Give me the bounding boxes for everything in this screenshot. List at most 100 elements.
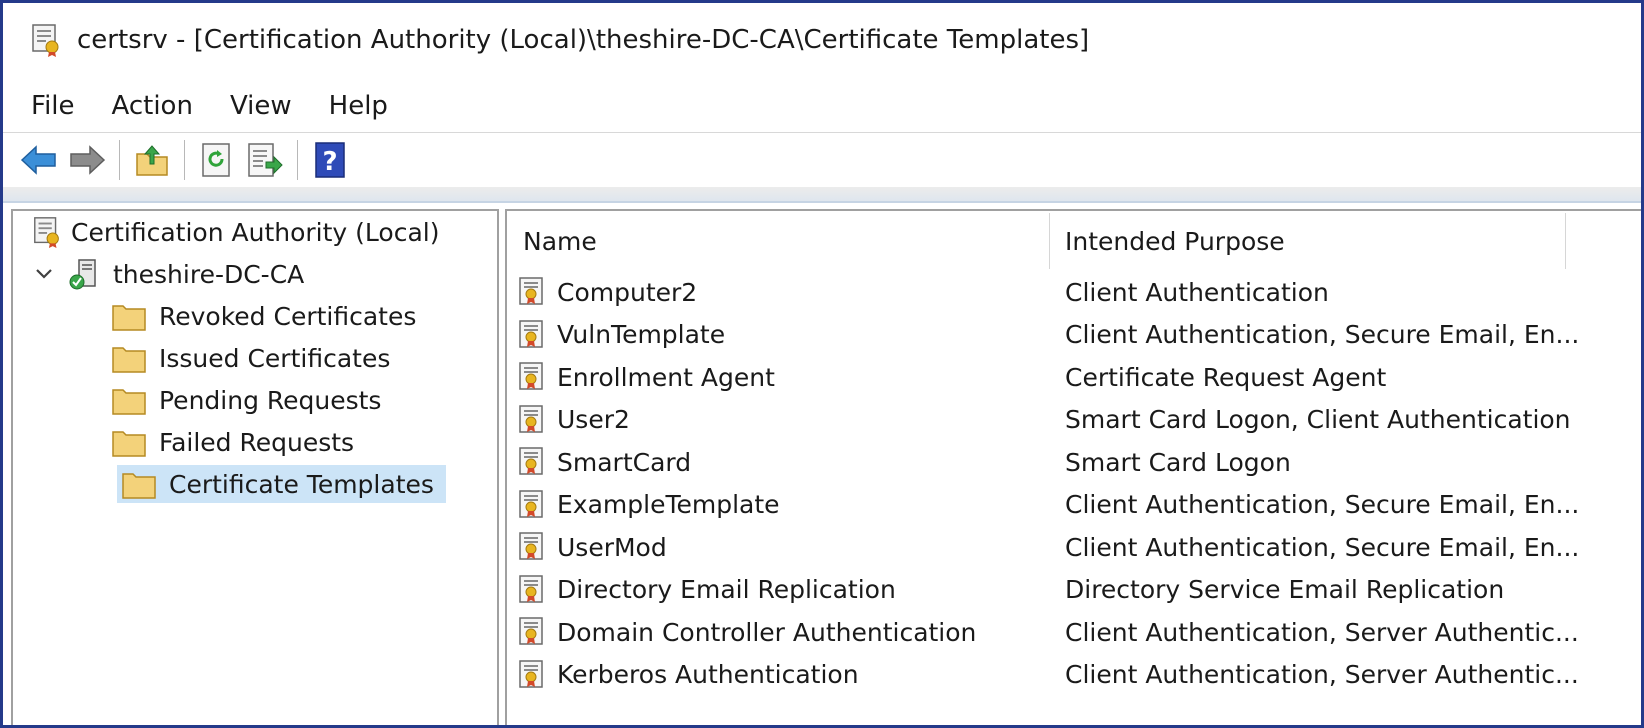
tree-label: Revoked Certificates [159,301,417,331]
tree-item-ca[interactable]: theshire-DC-CA [33,255,310,293]
template-name: Computer2 [557,277,698,307]
table-row[interactable]: SmartCard Smart Card Logon [507,441,1641,483]
intended-purpose-cell: Client Authentication, Server Authentic.… [1065,660,1579,689]
table-row[interactable]: User2 Smart Card Logon, Client Authentica… [507,399,1641,441]
template-name: Domain Controller Authentication [557,617,977,647]
folder-icon [121,468,157,500]
table-row[interactable]: Kerberos Authentication Client Authentica… [507,654,1641,696]
forward-button[interactable] [67,140,107,180]
template-name-cell: User2 [517,399,630,441]
certificate-template-icon [517,361,549,393]
certificate-template-icon [517,489,549,521]
menu-help[interactable]: Help [329,91,388,121]
certsrv-app-icon [29,22,65,58]
intended-purpose-cell: Smart Card Logon [1065,447,1291,477]
menu-view[interactable]: View [230,91,292,121]
menu-divider [3,132,1641,133]
template-name-cell: SmartCard [517,441,691,483]
folder-icon [111,342,147,374]
intended-purpose-cell: Client Authentication, Server Authentic.… [1065,617,1579,647]
tree-label: Pending Requests [159,385,382,415]
back-button[interactable] [19,140,59,180]
template-name: Directory Email Replication [557,575,896,604]
refresh-button[interactable] [197,140,237,180]
tree-item-root[interactable]: Certification Authority (Local) [31,213,445,251]
certificate-template-icon [517,574,549,606]
window-title: certsrv - [Certification Authority (Loca… [77,25,1090,55]
column-divider[interactable] [1049,213,1050,269]
template-name: Kerberos Authentication [557,660,859,689]
intended-purpose-cell: Client Authentication [1065,277,1329,307]
template-name-cell: Computer2 [517,271,697,313]
results-list: Name Intended Purpose Computer2 Client Au… [505,209,1641,725]
template-name: VulnTemplate [557,320,726,349]
table-row[interactable]: Directory Email Replication Directory Ser… [507,569,1641,611]
tree-item-issued[interactable]: Issued Certificates [111,339,396,377]
template-name-cell: Kerberos Authentication [517,654,859,696]
template-name: Enrollment Agent [557,362,775,392]
intended-purpose-cell: Smart Card Logon, Client Authentication [1065,405,1571,434]
export-list-button[interactable] [245,140,285,180]
template-name-cell: VulnTemplate [517,314,725,356]
tree-item-certificate-templates[interactable]: Certificate Templates [117,465,446,503]
collapse-chevron-icon[interactable] [33,263,61,285]
menu-bar: File Action View Help [3,81,1641,131]
column-divider[interactable] [1565,213,1566,269]
tree-item-revoked[interactable]: Revoked Certificates [111,297,422,335]
back-arrow-icon [20,145,56,175]
tree-item-failed[interactable]: Failed Requests [111,423,360,461]
menu-file[interactable]: File [31,91,75,121]
help-button[interactable]: ? [310,140,350,180]
column-header-intended-purpose[interactable]: Intended Purpose [1065,211,1565,271]
table-row[interactable]: Enrollment Agent Certificate Request Agen… [507,356,1641,398]
mmc-window: certsrv - [Certification Authority (Loca… [0,0,1644,728]
export-list-icon [248,143,283,177]
tree-label: Issued Certificates [159,343,391,373]
intended-purpose-cell: Certificate Request Agent [1065,362,1387,392]
toolbar-separator [184,140,185,180]
template-name: UserMod [557,532,667,562]
ca-server-icon [67,257,101,291]
table-row[interactable]: Computer2 Client Authentication [507,271,1641,313]
table-row[interactable]: VulnTemplate Client Authentication, Secur… [507,314,1641,356]
help-icon: ? [315,142,345,178]
intended-purpose-cell: Client Authentication, Secure Email, En.… [1065,320,1580,349]
folder-icon [111,384,147,416]
column-header-name[interactable]: Name [523,211,1043,271]
template-name-cell: Enrollment Agent [517,356,775,398]
table-row[interactable]: Domain Controller Authentication Client A… [507,611,1641,653]
tree-item-pending[interactable]: Pending Requests [111,381,387,419]
up-one-level-button[interactable] [132,140,172,180]
toolbar-separator [297,140,298,180]
title-bar[interactable]: certsrv - [Certification Authority (Loca… [3,3,1641,77]
certificate-template-icon [517,404,549,436]
tree-label: Failed Requests [159,427,355,457]
intended-purpose-cell: Client Authentication, Secure Email, En.… [1065,490,1580,519]
certificate-template-icon [517,446,549,478]
template-name: ExampleTemplate [557,490,780,519]
folder-icon [111,300,147,332]
certificate-template-icon [517,616,549,648]
template-name-cell: Domain Controller Authentication [517,611,976,653]
folder-icon [111,426,147,458]
certification-authority-icon [31,215,65,249]
certificate-template-icon [517,531,549,563]
table-row[interactable]: UserMod Client Authentication, Secure Ema… [507,526,1641,568]
menu-action[interactable]: Action [112,91,193,121]
intended-purpose-cell: Client Authentication, Secure Email, En.… [1065,532,1580,562]
intended-purpose-cell: Directory Service Email Replication [1065,575,1505,604]
table-row[interactable]: ExampleTemplate Client Authentication, Se… [507,484,1641,526]
console-tree: Certification Authority (Local) theshire… [11,209,499,725]
template-name: User2 [557,405,630,434]
template-name-cell: Directory Email Replication [517,569,896,611]
forward-arrow-icon [70,145,106,175]
certificate-template-icon [517,319,549,351]
refresh-icon [202,143,230,177]
toolbar-divider-strip [3,187,1641,203]
template-name: SmartCard [557,447,692,477]
template-name-cell: ExampleTemplate [517,484,780,526]
certificate-template-icon [517,276,549,308]
tree-label: Certification Authority (Local) [71,217,440,247]
up-folder-icon [136,145,168,176]
toolbar: ? [3,134,1641,186]
